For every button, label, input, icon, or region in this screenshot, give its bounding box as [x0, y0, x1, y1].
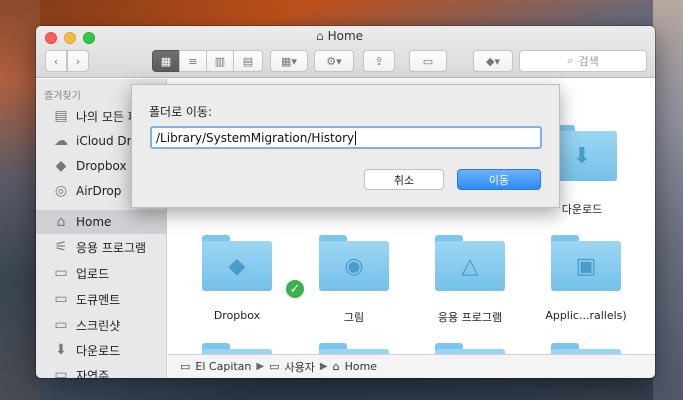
- sidebar-item-label: AirDrop: [76, 184, 122, 198]
- sidebar-item-applications[interactable]: ⚟ 응용 프로그램: [36, 235, 166, 259]
- finder-window: ⌂ Home ‹ › ▦ ≡ ▥ ▤ ▦▾ ⚙▾ ⇪ ▭ ◆▾ ⌕ 검색 즐겨찾…: [36, 26, 655, 378]
- columns-icon: ▥: [214, 54, 226, 68]
- desktop-background-left: [0, 0, 40, 400]
- download-icon: ⬇: [55, 342, 67, 358]
- chevron-left-icon: ‹: [53, 54, 59, 68]
- download-icon: ⬇: [572, 143, 592, 169]
- sidebar-item-downloads[interactable]: ⬇ 다운로드: [36, 338, 166, 362]
- sidebar-header: 즐겨찾기: [44, 91, 81, 102]
- sidebar-item-uploads[interactable]: ▭ 업로드: [36, 261, 166, 285]
- cover-flow-button[interactable]: ▤: [233, 50, 263, 72]
- home-icon: ⌂: [332, 360, 340, 373]
- folder-icon: ▭: [54, 367, 68, 378]
- sidebar-item-label: 다운로드: [76, 343, 121, 358]
- sidebar-item-label: 도큐멘트: [76, 292, 121, 307]
- sidebar-item-label: 응용 프로그램: [76, 240, 147, 255]
- folder-path-input[interactable]: /Library/SystemMigration/History: [150, 126, 542, 149]
- arrange-button[interactable]: ▦▾: [270, 50, 308, 72]
- folder-pictures[interactable]: ◉: [319, 235, 389, 291]
- folder-icon: ▭: [54, 317, 68, 333]
- path-item-disk[interactable]: El Capitan: [195, 360, 251, 373]
- action-button[interactable]: ⚙▾: [314, 50, 354, 72]
- folder-icon: ▭: [54, 265, 68, 281]
- home-icon: ⌂: [316, 29, 324, 43]
- grid-icon: ▦: [160, 54, 172, 68]
- window-title-text: Home: [327, 29, 364, 43]
- arrange-icon: ▦▾: [281, 54, 297, 68]
- tag-icon: ▭: [422, 54, 434, 68]
- dropbox-icon: ◆: [55, 158, 67, 174]
- folder-label: 그림: [343, 311, 365, 324]
- folder-applications-parallels[interactable]: ▣: [551, 235, 621, 291]
- folder-icon: ▭: [54, 291, 68, 307]
- cover-flow-icon: ▤: [242, 54, 254, 68]
- folder-row3-1[interactable]: ⚑: [202, 343, 272, 354]
- cloud-icon: ☁: [54, 133, 68, 149]
- airdrop-icon: ◎: [54, 183, 68, 199]
- titlebar: ⌂ Home ‹ › ▦ ≡ ▥ ▤ ▦▾ ⚙▾ ⇪ ▭ ◆▾ ⌕ 검색: [36, 26, 655, 78]
- sync-check-icon: ✓: [284, 278, 306, 300]
- sidebar-item-extra[interactable]: ▭ 자연주: [36, 363, 166, 379]
- parallels-icon: ▣: [575, 253, 597, 279]
- text-caret: [355, 130, 357, 145]
- minimize-button[interactable]: [64, 32, 76, 44]
- path-item-users[interactable]: 사용자: [285, 359, 315, 375]
- back-button[interactable]: ‹: [45, 50, 67, 72]
- chevron-right-icon: ▶: [319, 361, 328, 372]
- sidebar-item-label: Home: [76, 215, 112, 229]
- close-button[interactable]: [45, 32, 57, 44]
- home-icon: ⌂: [56, 214, 66, 230]
- users-folder-icon: ▭: [269, 360, 280, 373]
- chevron-right-icon: ▶: [256, 361, 265, 372]
- sheet-label: 폴더로 이동:: [149, 105, 213, 119]
- sidebar-item-home[interactable]: ⌂ Home: [36, 210, 166, 234]
- sidebar-item-screenshots[interactable]: ▭ 스크린샷: [36, 313, 166, 337]
- cancel-button[interactable]: 취소: [364, 169, 444, 190]
- applications-icon: ⚟: [54, 239, 68, 255]
- gear-icon: ⚙▾: [326, 54, 342, 68]
- disk-icon: ▭: [180, 360, 191, 373]
- folder-label: Dropbox: [213, 309, 261, 322]
- folder-row3-3[interactable]: ⌂: [435, 343, 505, 354]
- dropbox-toolbar-button[interactable]: ◆▾: [473, 50, 513, 72]
- search-icon: ⌕: [567, 54, 574, 67]
- folder-path-value: /Library/SystemMigration/History: [156, 130, 355, 145]
- folder-label: Applic...rallels): [545, 309, 627, 322]
- go-button[interactable]: 이동: [457, 169, 541, 190]
- list-view-button[interactable]: ≡: [179, 50, 207, 72]
- folder-row3-4[interactable]: ♫: [551, 343, 621, 354]
- folder-applications[interactable]: △: [435, 235, 505, 291]
- folder-row3-2[interactable]: ▦: [319, 343, 389, 354]
- sidebar-item-label: 자연주: [76, 368, 110, 379]
- share-button[interactable]: ⇪: [363, 50, 395, 72]
- search-field[interactable]: ⌕ 검색: [519, 50, 647, 72]
- sidebar-item-label: Dropbox: [76, 159, 127, 173]
- camera-icon: ◉: [344, 253, 364, 279]
- window-title: ⌂ Home: [316, 29, 363, 43]
- folder-label: 응용 프로그램: [437, 311, 503, 324]
- chevron-right-icon: ›: [75, 54, 81, 68]
- sidebar-item-label: 스크린샷: [76, 318, 121, 333]
- desktop-background-right: [653, 0, 683, 400]
- icon-view-button[interactable]: ▦: [152, 50, 180, 72]
- share-icon: ⇪: [374, 54, 384, 68]
- search-placeholder: 검색: [578, 55, 599, 68]
- sidebar-item-documents[interactable]: ▭ 도큐멘트: [36, 287, 166, 311]
- sidebar-item-label: 업로드: [76, 266, 110, 281]
- zoom-button[interactable]: [83, 32, 95, 44]
- tags-button[interactable]: ▭: [409, 50, 447, 72]
- list-icon: ≡: [188, 54, 198, 68]
- forward-button[interactable]: ›: [67, 50, 89, 72]
- dropbox-icon: ◆▾: [486, 54, 500, 68]
- folder-dropbox[interactable]: ◆: [202, 235, 272, 291]
- all-files-icon: ▤: [54, 108, 68, 124]
- go-to-folder-sheet: 폴더로 이동: /Library/SystemMigration/History…: [131, 84, 560, 208]
- dropbox-icon: ◆: [228, 253, 246, 279]
- column-view-button[interactable]: ▥: [206, 50, 234, 72]
- path-bar: ▭ El Capitan ▶ ▭ 사용자 ▶ ⌂ Home: [168, 354, 655, 378]
- applications-icon: △: [461, 253, 479, 279]
- path-item-home[interactable]: Home: [345, 360, 377, 373]
